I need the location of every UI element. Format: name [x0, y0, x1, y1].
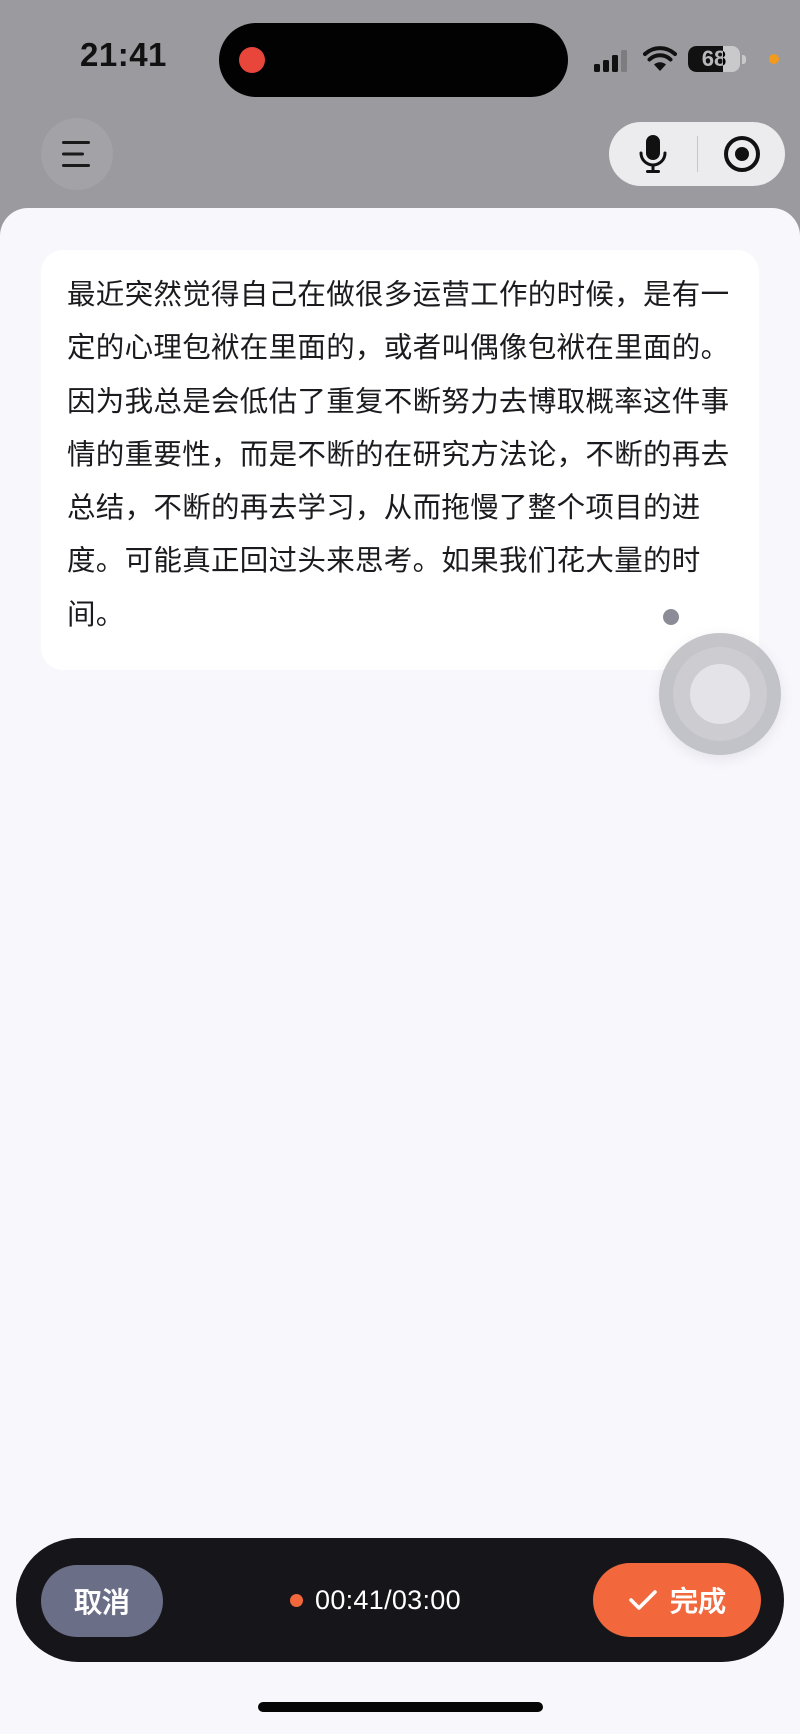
- checkmark-icon: [629, 1590, 657, 1610]
- transcript-text: 最近突然觉得自己在做很多运营工作的时候，是有一定的心理包袱在里面的，或者叫偶像包…: [67, 278, 730, 631]
- recording-dot-icon: [290, 1593, 303, 1607]
- done-label: 完成: [669, 1585, 726, 1618]
- transcript-card: 最近突然觉得自己在做很多运营工作的时候，是有一定的心理包袱在里面的，或者叫偶像包…: [41, 250, 759, 670]
- wifi-icon: [643, 46, 677, 71]
- floating-assist-button[interactable]: [659, 633, 781, 755]
- timer-text: 00:41/03:00: [315, 1584, 461, 1615]
- recording-timer: 00:41/03:00: [290, 1582, 461, 1618]
- battery-icon: 68: [688, 46, 740, 72]
- floating-button-core: [690, 664, 750, 724]
- dynamic-island: [219, 23, 568, 97]
- battery-cap: [742, 55, 746, 64]
- status-time: 21:41: [80, 36, 167, 73]
- home-indicator: [258, 1702, 543, 1712]
- cancel-button[interactable]: 取消: [41, 1565, 163, 1637]
- menu-icon: [62, 141, 90, 167]
- record-target-icon: [723, 136, 760, 172]
- battery-percentage: 68: [701, 46, 727, 71]
- microphone-button[interactable]: [609, 122, 697, 186]
- typing-indicator-dot: [663, 609, 679, 625]
- done-button[interactable]: 完成: [593, 1563, 761, 1637]
- privacy-indicator-dot: [769, 54, 779, 64]
- cellular-signal-icon: [594, 50, 627, 72]
- mini-program-capsule: [609, 122, 785, 186]
- menu-button[interactable]: [41, 118, 113, 190]
- record-target-button[interactable]: [698, 122, 785, 186]
- recording-control-bar: 取消 00:41/03:00 完成: [16, 1538, 784, 1662]
- microphone-icon: [639, 135, 667, 173]
- recording-indicator-icon: [239, 47, 265, 73]
